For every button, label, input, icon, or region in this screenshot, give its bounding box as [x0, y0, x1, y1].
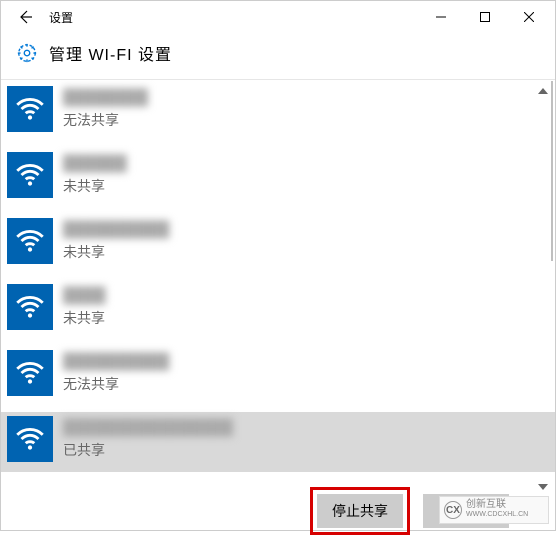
wifi-status: 未共享	[63, 242, 169, 262]
titlebar: 设置	[1, 1, 555, 33]
close-button[interactable]	[507, 3, 551, 31]
wifi-status: 未共享	[63, 308, 106, 328]
back-button[interactable]	[5, 3, 45, 31]
wifi-status: 已共享	[63, 440, 233, 460]
wifi-icon	[7, 350, 53, 396]
minimize-button[interactable]	[419, 3, 463, 31]
page-header: 管理 WI-FI 设置	[1, 33, 555, 80]
wifi-item[interactable]: ██████未共享	[7, 148, 549, 214]
wifi-icon	[7, 284, 53, 330]
wifi-icon	[7, 152, 53, 198]
maximize-button[interactable]	[463, 3, 507, 31]
wifi-item[interactable]: ████████████████已共享	[1, 412, 555, 472]
watermark-text: 创新互联 WWW.CDCXHL.CN	[466, 500, 528, 520]
wifi-info: ██████未共享	[63, 152, 127, 196]
wifi-name: ████	[63, 286, 106, 306]
window-controls	[419, 3, 551, 31]
wifi-icon	[7, 416, 53, 462]
window-title: 设置	[49, 9, 419, 26]
scroll-down-arrow-icon[interactable]	[537, 481, 549, 493]
page-title: 管理 WI-FI 设置	[49, 41, 172, 65]
wifi-info: ████████████████已共享	[63, 416, 233, 460]
minimize-icon	[436, 12, 446, 22]
wifi-name: ██████	[63, 154, 127, 174]
back-arrow-icon	[17, 9, 33, 25]
close-icon	[524, 12, 534, 22]
wifi-info: ████未共享	[63, 284, 106, 328]
wifi-info: ██████████无法共享	[63, 350, 169, 394]
stop-sharing-button[interactable]: 停止共享	[317, 494, 403, 528]
wifi-status: 无法共享	[63, 110, 148, 130]
wifi-info: ██████████未共享	[63, 218, 169, 262]
maximize-icon	[480, 12, 490, 22]
wifi-name: ████████████████	[63, 418, 233, 438]
wifi-status: 未共享	[63, 176, 127, 196]
watermark-badge: CX	[444, 501, 462, 519]
wifi-item[interactable]: ██████████无法共享	[7, 346, 549, 412]
wifi-icon	[7, 218, 53, 264]
wifi-name: ████████	[63, 88, 148, 108]
wifi-status: 无法共享	[63, 374, 169, 394]
wifi-item[interactable]: ██████████未共享	[7, 214, 549, 280]
wifi-item[interactable]: ████未共享	[7, 280, 549, 346]
wifi-list: ████████无法共享██████未共享██████████未共享████未共…	[1, 80, 555, 472]
wifi-item[interactable]: ████████无法共享	[7, 82, 549, 148]
scrollbar[interactable]	[547, 81, 553, 491]
wifi-icon	[7, 86, 53, 132]
wifi-name: ██████████	[63, 352, 169, 372]
wifi-info: ████████无法共享	[63, 86, 148, 130]
watermark: CX 创新互联 WWW.CDCXHL.CN	[439, 496, 549, 524]
gear-icon	[15, 41, 39, 65]
wifi-name: ██████████	[63, 220, 169, 240]
scrollbar-thumb[interactable]	[551, 81, 553, 261]
